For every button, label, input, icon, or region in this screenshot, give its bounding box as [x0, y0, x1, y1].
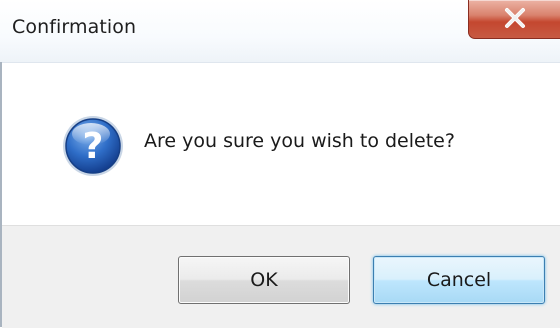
window-title: Confirmation [12, 16, 137, 38]
svg-text:?: ? [83, 126, 104, 167]
confirmation-message: Are you sure you wish to delete? [144, 130, 455, 152]
close-x-icon [505, 8, 525, 28]
close-button[interactable] [468, 0, 560, 39]
cancel-button[interactable]: Cancel [373, 256, 545, 304]
title-bar[interactable]: Confirmation [0, 0, 560, 63]
question-icon: ? [63, 116, 123, 176]
ok-button[interactable]: OK [178, 256, 350, 304]
